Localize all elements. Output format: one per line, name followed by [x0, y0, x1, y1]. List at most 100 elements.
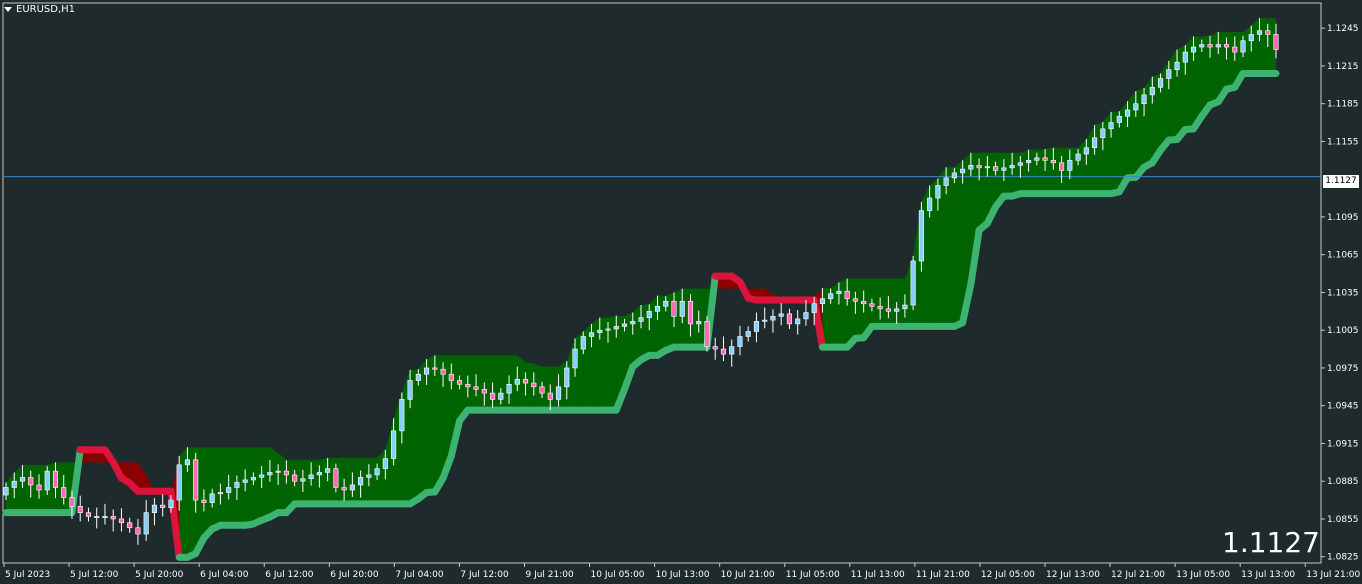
cloud-segment: [476, 355, 485, 411]
candle-body: [885, 308, 891, 312]
x-tick-label: 12 Jul 13:00: [1046, 570, 1100, 580]
y-tick-label: 1.1065: [1327, 251, 1359, 261]
y-tick-label: 1.0855: [1327, 515, 1359, 525]
candle-body: [918, 210, 924, 262]
candle-body: [1157, 78, 1164, 88]
candle-body: [465, 384, 471, 388]
candle-body: [36, 484, 42, 491]
candle-body: [424, 367, 430, 375]
candle-body: [325, 468, 331, 473]
y-tick-label: 1.1155: [1327, 137, 1359, 147]
x-tick-label: 6 Jul 04:00: [200, 570, 249, 580]
candle-body: [473, 386, 479, 390]
cloud-segment: [319, 457, 328, 504]
cloud-segment: [1003, 152, 1013, 197]
candle-body: [358, 477, 364, 486]
candle-body: [968, 165, 974, 170]
candle-body: [127, 522, 133, 529]
cloud-segment: [1045, 147, 1054, 194]
candle-body: [1166, 69, 1172, 79]
candle-body: [1207, 44, 1213, 48]
candle-body: [52, 470, 59, 488]
symbol-label: EURUSD,H1: [16, 4, 76, 15]
cloud-segment: [294, 459, 303, 504]
candle-body: [498, 392, 504, 400]
candle-body: [118, 518, 125, 524]
chart-canvas[interactable]: 1.1245 1.1215 1.1185 1.1155 1.1095 1.1065 1.10…: [0, 0, 1362, 584]
y-tick-label: 1.1185: [1327, 100, 1359, 110]
candle-body: [300, 478, 306, 482]
cloud-segment: [311, 459, 320, 504]
candle-body: [1100, 128, 1106, 138]
candle-body: [151, 504, 158, 513]
candle-body: [646, 311, 652, 318]
candle-body: [1001, 167, 1007, 171]
x-tick-label: 7 Jul 04:00: [395, 570, 444, 580]
candle-body: [869, 303, 875, 307]
x-tick-label: 5 Jul 20:00: [135, 570, 184, 580]
candle-body: [621, 323, 628, 327]
candle-body: [308, 474, 314, 479]
candle-body: [522, 378, 529, 384]
candle-body: [77, 506, 83, 513]
candle-body: [960, 168, 966, 174]
candle-body: [1026, 160, 1032, 164]
candle-body: [588, 332, 595, 337]
cloud-segment: [1012, 152, 1021, 197]
candle-body: [720, 348, 727, 355]
symbol-selector[interactable]: EURUSD,H1: [4, 4, 75, 15]
x-tick-label: 11 Jul 13:00: [851, 570, 905, 580]
y-tick-label: 1.1035: [1327, 288, 1359, 298]
candle-body: [613, 326, 619, 330]
cloud-segment: [212, 447, 221, 530]
candle-body: [828, 293, 834, 300]
dropdown-triangle-icon[interactable]: [4, 7, 12, 12]
cloud-segment: [203, 447, 213, 538]
candle-body: [209, 493, 215, 503]
cloud-segment: [1028, 149, 1037, 194]
candle-body: [1190, 46, 1197, 53]
candle-body: [1248, 34, 1254, 42]
candle-body: [1265, 30, 1271, 35]
candle-body: [753, 321, 760, 332]
cloud-segment: [1020, 149, 1029, 194]
cloud-segment: [1036, 148, 1046, 194]
cloud-segment: [14, 464, 23, 513]
cloud-segment: [896, 278, 905, 327]
candle-body: [69, 497, 75, 507]
candle-body: [184, 459, 190, 466]
candle-body: [704, 321, 710, 347]
candle-body: [836, 290, 842, 294]
x-tick-label: 13 Jul 21:00: [1306, 570, 1360, 580]
candle-body: [729, 346, 735, 355]
cloud-segment: [426, 355, 435, 493]
cloud-segment: [344, 457, 353, 504]
candle-body: [457, 380, 463, 385]
candle-body: [951, 172, 957, 179]
candle-body: [1034, 157, 1040, 161]
candle-body: [861, 300, 867, 305]
candle-body: [1067, 160, 1073, 171]
cloud-segment: [278, 452, 287, 513]
candle-body: [1133, 103, 1139, 111]
candle-body: [341, 487, 347, 491]
candle-body: [1256, 30, 1263, 35]
candle-body: [564, 367, 570, 388]
candle-body: [547, 392, 553, 400]
candle-body: [3, 487, 9, 496]
cloud-segment: [1078, 138, 1087, 194]
candle-body: [910, 260, 916, 306]
candles-layer: [3, 18, 1279, 545]
cloud-segment: [954, 160, 963, 327]
candle-body: [506, 384, 512, 394]
cloud-segment: [492, 355, 501, 411]
candle-body: [1174, 61, 1180, 70]
candle-body: [712, 346, 718, 350]
candle-body: [663, 300, 669, 307]
cloud-segment: [880, 278, 889, 327]
candle-body: [399, 399, 405, 432]
candle-body: [1182, 51, 1188, 63]
candle-body: [440, 368, 446, 375]
candle-body: [1223, 44, 1230, 48]
candle-body: [19, 477, 26, 482]
